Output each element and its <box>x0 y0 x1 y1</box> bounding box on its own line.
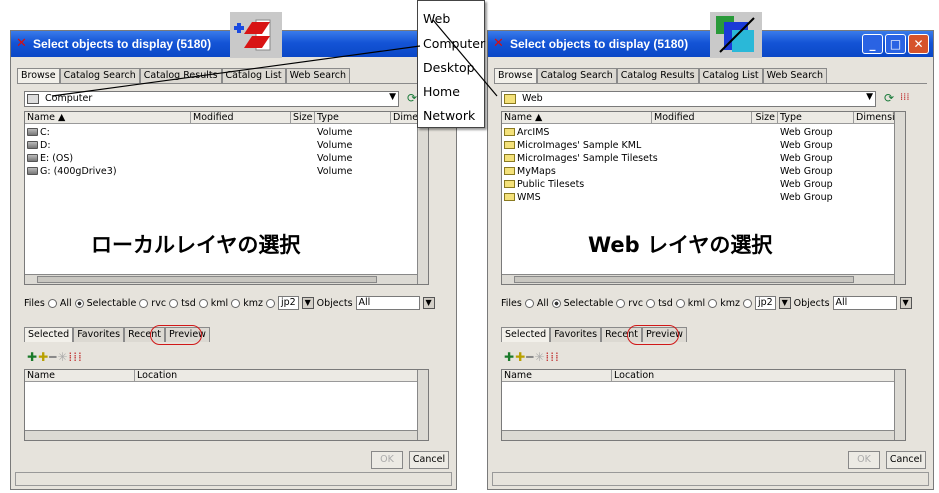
connector-line-web <box>432 19 498 97</box>
connector-lines <box>51 19 498 97</box>
stage: ✕ Select objects to display (5180) _ Bro… <box>0 0 939 493</box>
connector-line-computer <box>51 45 421 97</box>
